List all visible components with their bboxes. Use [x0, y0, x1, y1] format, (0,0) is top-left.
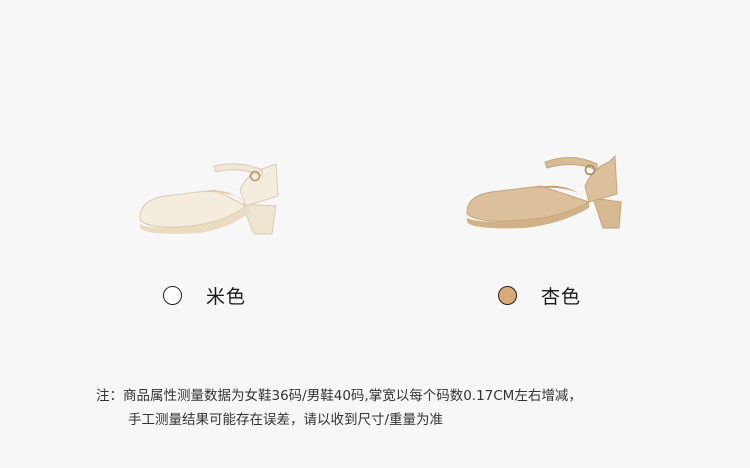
swatch-apricot	[498, 285, 517, 305]
product-variant-apricot: 杏色	[375, 0, 750, 330]
color-label-beige: 米色	[206, 285, 247, 308]
beige-shoe-image	[139, 163, 279, 235]
color-option-beige[interactable]: 米色	[163, 282, 246, 308]
color-label-apricot: 杏色	[541, 285, 582, 308]
swatch-beige	[163, 285, 182, 305]
apricot-shoe-image	[466, 154, 622, 229]
note-line-2: 手工测量结果可能存在误差，请以收到尺寸/重量为准	[128, 412, 444, 428]
color-option-apricot[interactable]: 杏色	[498, 282, 581, 308]
product-variant-beige: 米色	[0, 0, 375, 330]
measurement-note: 注：商品属性测量数据为女鞋36码/男鞋40码,掌宽以每个码数0.17CM左右增减…	[96, 384, 582, 432]
note-line-1: 注：商品属性测量数据为女鞋36码/男鞋40码,掌宽以每个码数0.17CM左右增减…	[96, 388, 582, 404]
